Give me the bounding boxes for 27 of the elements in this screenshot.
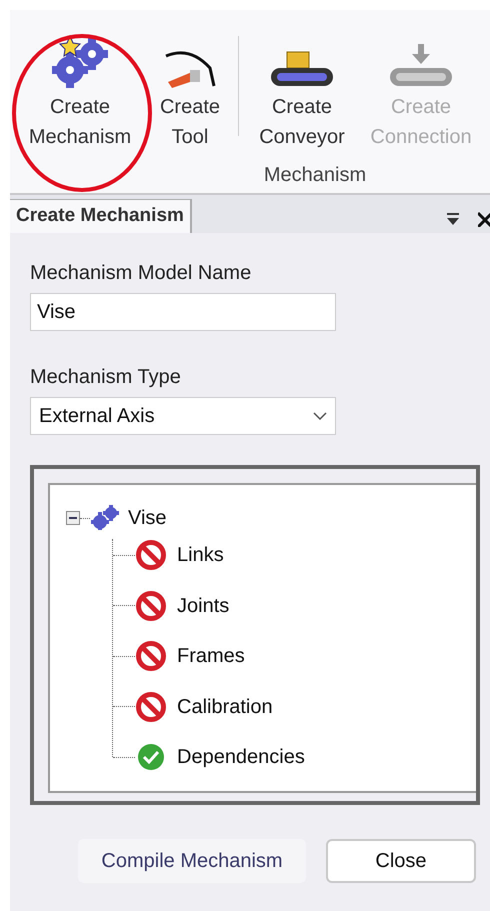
name-input[interactable]: Vise [30, 293, 336, 331]
collapse-toggle[interactable] [66, 511, 80, 525]
dialog-button[interactable]: Compile Mechanism [78, 839, 306, 883]
tree-item[interactable]: Calibration [177, 692, 273, 722]
field-label: Mechanism Model Name [30, 261, 252, 285]
prohibited-icon [135, 590, 167, 622]
tree-item[interactable]: Frames [177, 641, 245, 671]
tree-item[interactable]: Links [177, 540, 224, 570]
prohibited-icon [135, 640, 167, 672]
panel-tab[interactable]: Create Mechanism [10, 199, 192, 233]
close-icon[interactable] [478, 211, 490, 227]
prohibited-icon [135, 539, 167, 571]
check-icon [135, 741, 167, 773]
type-dropdown[interactable]: External Axis [30, 397, 336, 435]
dropdown-icon[interactable] [446, 212, 460, 226]
group-label: Mechanism [264, 163, 366, 188]
tree-item[interactable]: Dependencies [177, 742, 305, 772]
field-label: Mechanism Type [30, 365, 182, 389]
chevron-icon [313, 412, 327, 420]
prohibited-icon [135, 690, 167, 722]
ribbon-button[interactable]: Create Conveyor [247, 28, 357, 152]
dialog-button[interactable]: Close [326, 839, 476, 883]
ribbon-button[interactable]: Create Tool [150, 28, 230, 152]
tree-item[interactable]: Vise [128, 503, 167, 533]
ribbon-button[interactable]: Create Mechanism [10, 28, 150, 152]
gears-icon [90, 504, 120, 532]
tree-item[interactable]: Joints [177, 590, 230, 620]
